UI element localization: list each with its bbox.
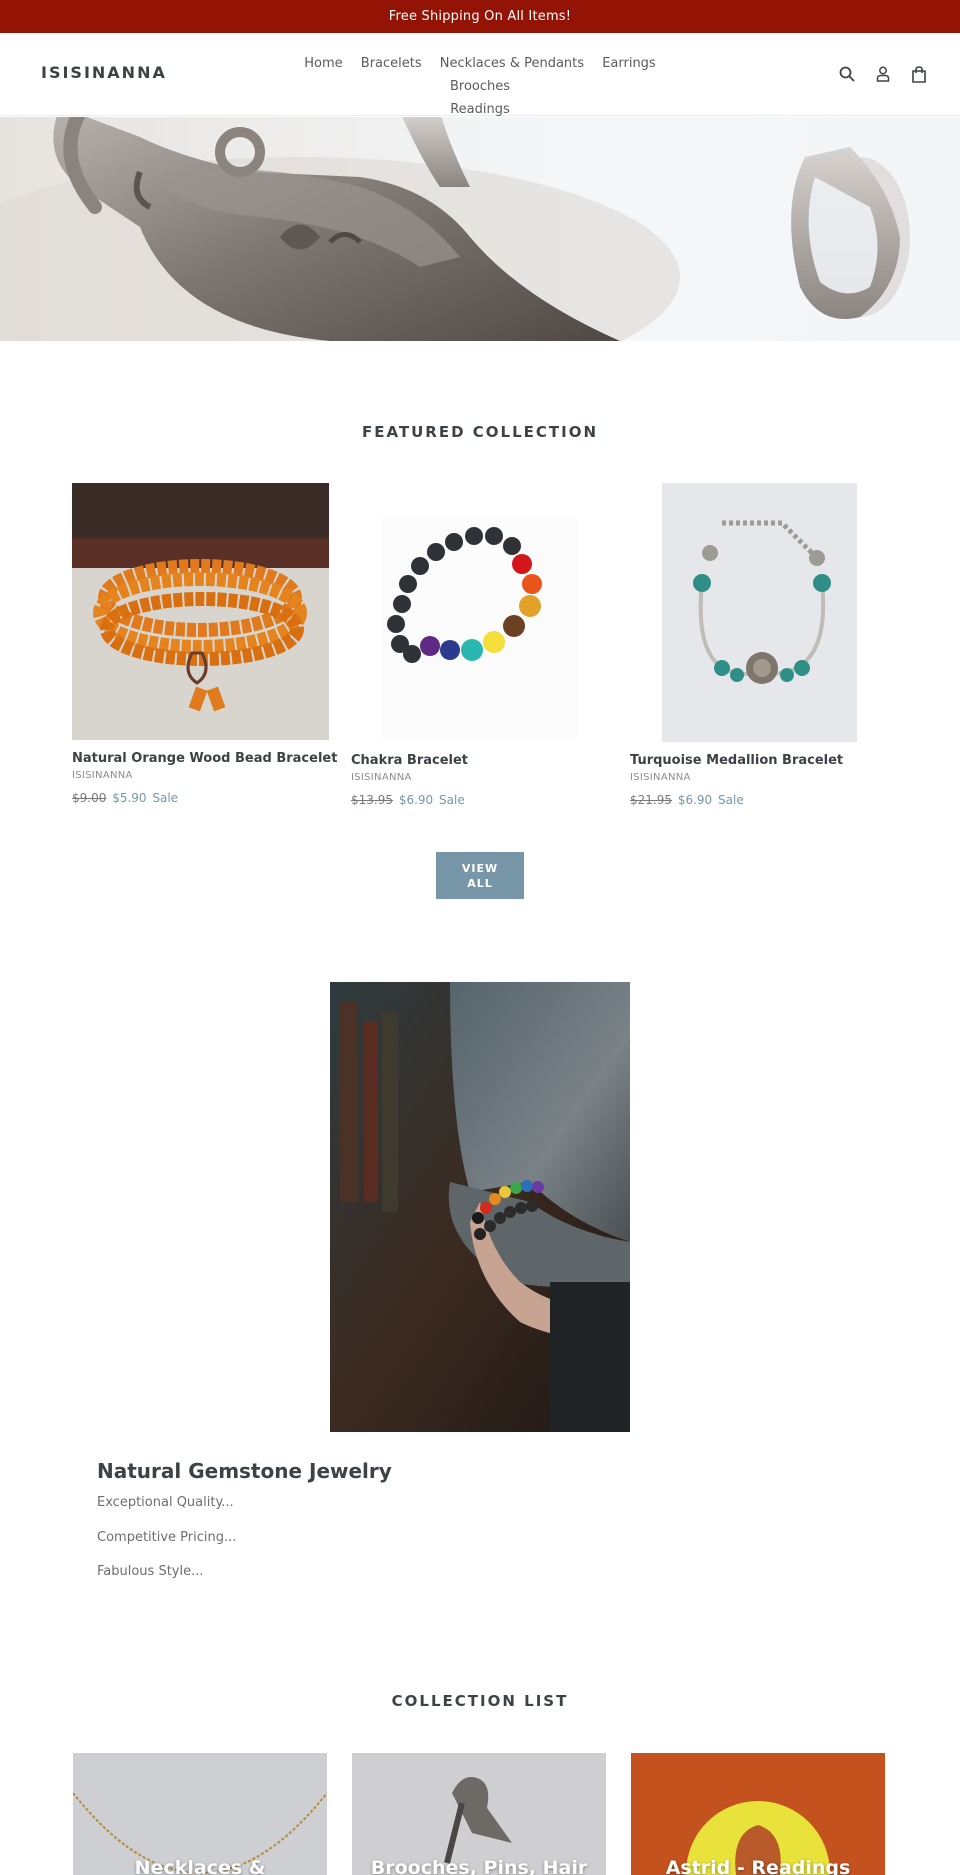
nav-item-bracelets[interactable]: Bracelets <box>361 52 422 75</box>
site-header: ISISINANNA Home Bracelets Necklaces & Pe… <box>0 33 960 117</box>
nav-item-earrings[interactable]: Earrings <box>602 52 656 75</box>
collection-card-readings[interactable]: Astrid - Readings <box>631 1753 885 1875</box>
feature-image-wrist-bracelet <box>330 982 630 1432</box>
account-icon[interactable] <box>872 63 894 85</box>
collection-label: Necklaces & <box>134 1857 266 1875</box>
header-icons <box>836 63 930 85</box>
gem-line-quality: Exceptional Quality... <box>97 1495 234 1510</box>
price-sale: $6.90 <box>677 793 713 807</box>
price-regular: $21.95 <box>630 793 672 807</box>
sale-label: Sale <box>152 791 179 805</box>
price-regular: $9.00 <box>72 791 107 805</box>
announcement-text: Free Shipping On All Items! <box>388 9 572 24</box>
announcement-bar: Free Shipping On All Items! <box>0 0 960 33</box>
collection-label: Brooches, Pins, Hair <box>370 1857 588 1875</box>
cart-icon[interactable] <box>908 63 930 85</box>
view-all-button[interactable]: VIEW ALL <box>436 852 524 899</box>
product-name[interactable]: Turquoise Medallion Bracelet <box>630 753 843 768</box>
gem-line-style: Fabulous Style... <box>97 1564 204 1579</box>
price-sale: $6.90 <box>398 793 434 807</box>
price-sale: $5.90 <box>112 791 147 805</box>
collection-card-brooches[interactable]: Brooches, Pins, Hair <box>352 1753 606 1875</box>
product-price: $21.95 $6.90 Sale <box>630 793 744 807</box>
product-name[interactable]: Chakra Bracelet <box>351 753 468 768</box>
gem-heading: Natural Gemstone Jewelry <box>97 1459 392 1483</box>
product-vendor: ISISINANNA <box>630 772 691 783</box>
collection-list-title: COLLECTION LIST <box>391 1692 569 1710</box>
nav-item-home[interactable]: Home <box>304 52 342 75</box>
featured-collection-title: FEATURED COLLECTION <box>361 423 599 441</box>
product-vendor: ISISINANNA <box>72 770 133 781</box>
product-price: $9.00 $5.90 Sale <box>72 791 178 805</box>
product-name[interactable]: Natural Orange Wood Bead Bracelet <box>72 751 337 766</box>
search-icon[interactable] <box>836 63 858 85</box>
collection-label: Astrid - Readings <box>665 1857 851 1875</box>
nav-item-brooches[interactable]: Brooches <box>450 75 510 98</box>
price-regular: $13.95 <box>351 793 393 807</box>
sale-label: Sale <box>439 793 465 807</box>
site-logo[interactable]: ISISINANNA <box>41 63 167 82</box>
view-all-label: VIEW ALL <box>461 861 499 890</box>
main-nav: Home Bracelets Necklaces & Pendants Earr… <box>262 52 698 121</box>
gem-line-pricing: Competitive Pricing... <box>97 1530 237 1545</box>
sale-label: Sale <box>718 793 744 807</box>
nav-item-necklaces-pendants[interactable]: Necklaces & Pendants <box>440 52 584 75</box>
hero-banner-image <box>0 117 960 341</box>
product-vendor: ISISINANNA <box>351 772 412 783</box>
product-image-turquoise-bracelet[interactable] <box>662 483 857 742</box>
product-image-chakra-bracelet[interactable] <box>382 516 577 740</box>
product-image-orange-bracelet[interactable] <box>72 483 329 740</box>
product-price: $13.95 $6.90 Sale <box>351 793 465 807</box>
collection-card-necklaces[interactable]: Necklaces & <box>73 1753 327 1875</box>
